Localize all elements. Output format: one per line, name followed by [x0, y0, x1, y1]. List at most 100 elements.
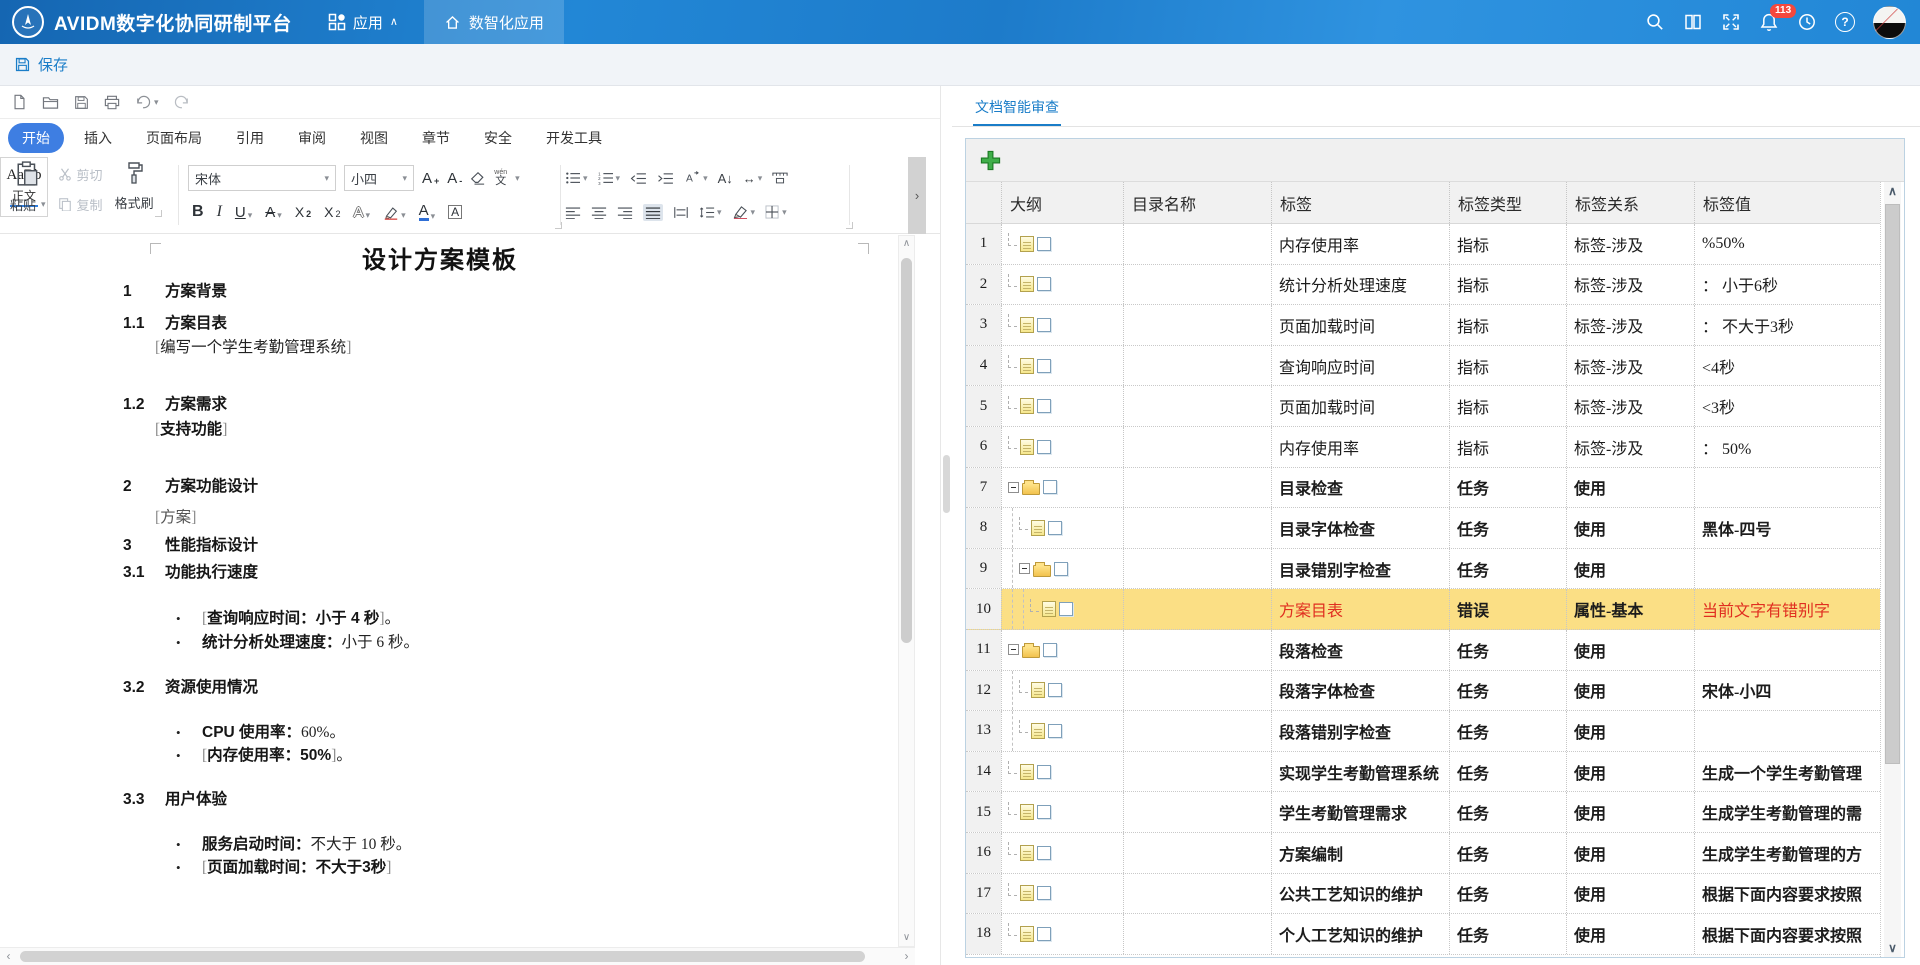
table-row[interactable]: 17 公共工艺知识的维护 任务 使用 根据下面内容要求按照 — [966, 874, 1880, 915]
decrease-indent-button[interactable] — [630, 172, 647, 185]
editor-vertical-scrollbar[interactable]: ∧ ∨ — [898, 235, 915, 947]
table-row[interactable]: 12 段落字体检查 任务 使用 宋体-小四 — [966, 671, 1880, 712]
tab-page-layout[interactable]: 页面布局 — [132, 123, 216, 153]
paste-button[interactable]: 粘贴▾ — [10, 161, 46, 217]
table-row[interactable]: 3 页面加载时间 指标 标签-涉及 ： 不大于3秒 — [966, 305, 1880, 346]
row-checkbox[interactable] — [1043, 480, 1057, 494]
panel-expand-button[interactable]: › — [908, 157, 926, 234]
format-painter-button[interactable]: 格式刷 — [115, 161, 154, 217]
distribute-button[interactable] — [673, 206, 689, 219]
collapse-toggle[interactable] — [1008, 482, 1019, 493]
scroll-down-icon[interactable]: ∨ — [1884, 941, 1901, 955]
scroll-up-icon[interactable]: ∧ — [899, 236, 914, 252]
increase-indent-button[interactable] — [657, 172, 674, 185]
tab-security[interactable]: 安全 — [470, 123, 526, 153]
table-scroll-thumb[interactable] — [1885, 204, 1900, 764]
font-family-select[interactable]: 宋体▾ — [188, 165, 336, 191]
row-checkbox[interactable] — [1043, 643, 1057, 657]
save-button[interactable]: 保存 — [14, 54, 68, 75]
add-row-button[interactable] — [980, 150, 1001, 171]
fullscreen-icon[interactable] — [1721, 12, 1741, 32]
document-canvas[interactable]: 设计方案模板 1方案背景 1.1方案目表 [编写一个学生考勤管理系统] 1.2方… — [0, 235, 898, 947]
underline-button[interactable]: U▾ — [235, 205, 252, 220]
table-row[interactable]: 2 统计分析处理速度 指标 标签-涉及 ： 小于6秒 — [966, 265, 1880, 306]
row-checkbox[interactable] — [1037, 886, 1051, 900]
table-row[interactable]: 11 段落检查 任务 使用 — [966, 630, 1880, 671]
character-scale-button[interactable]: A▾ — [684, 171, 708, 185]
font-size-select[interactable]: 小四▾ — [344, 165, 414, 191]
line-spacing-button[interactable]: ▾ — [699, 206, 722, 219]
table-row[interactable]: 4 查询响应时间 指标 标签-涉及 <4秒 — [966, 346, 1880, 387]
shrink-font-button[interactable]: A- — [447, 171, 462, 186]
tab-view[interactable]: 视图 — [346, 123, 402, 153]
row-checkbox[interactable] — [1037, 237, 1051, 251]
shading-button[interactable]: ▾ — [732, 205, 756, 219]
splitter-handle[interactable] — [943, 455, 950, 513]
collapse-toggle[interactable] — [1019, 563, 1030, 574]
row-checkbox[interactable] — [1037, 440, 1051, 454]
superscript-button[interactable]: X2 — [295, 205, 311, 219]
tab-home[interactable]: 开始 — [8, 123, 64, 153]
vertical-scroll-thumb[interactable] — [901, 258, 912, 643]
bullet-list-button[interactable]: ▾ — [565, 171, 588, 185]
align-left-button[interactable] — [565, 206, 581, 219]
clear-format-button[interactable] — [470, 171, 486, 185]
font-color-button[interactable]: A▾ — [419, 203, 436, 221]
search-icon[interactable] — [1645, 12, 1665, 32]
undo-button[interactable]: ▾ — [135, 95, 159, 109]
copy-button[interactable]: 复制 — [58, 191, 103, 217]
text-effects-button[interactable]: A▾ — [354, 205, 371, 220]
open-file-icon[interactable] — [42, 95, 59, 110]
borders-button[interactable]: ▾ — [765, 205, 787, 219]
table-row[interactable]: 14 实现学生考勤管理系统 任务 使用 生成一个学生考勤管理 — [966, 752, 1880, 793]
strikethrough-button[interactable]: A▾ — [265, 205, 282, 220]
align-center-button[interactable] — [591, 206, 607, 219]
redo-button[interactable] — [174, 95, 190, 109]
table-row[interactable]: 5 页面加载时间 指标 标签-涉及 <3秒 — [966, 386, 1880, 427]
row-checkbox[interactable] — [1048, 683, 1062, 697]
row-checkbox[interactable] — [1059, 602, 1073, 616]
phonetic-guide-button[interactable]: wén文 — [494, 169, 507, 187]
workspace-tab[interactable]: 数智化应用 — [424, 0, 564, 44]
collapse-toggle[interactable] — [1008, 644, 1019, 655]
user-avatar[interactable] — [1873, 6, 1906, 39]
table-vertical-scrollbar[interactable]: ∧ ∨ — [1880, 182, 1904, 957]
tab-dev-tools[interactable]: 开发工具 — [532, 123, 616, 153]
grow-font-button[interactable]: A+ — [422, 171, 439, 186]
row-checkbox[interactable] — [1037, 318, 1051, 332]
tab-section[interactable]: 章节 — [408, 123, 464, 153]
row-checkbox[interactable] — [1037, 927, 1051, 941]
new-document-icon[interactable] — [12, 94, 27, 110]
table-row-error-highlight[interactable]: 10 方案目表 错误 属性-基本 当前文字有错别字 — [966, 589, 1880, 630]
row-checkbox[interactable] — [1054, 562, 1068, 576]
row-checkbox[interactable] — [1048, 521, 1062, 535]
table-row[interactable]: 8 目录字体检查 任务 使用 黑体-四号 — [966, 508, 1880, 549]
tab-review[interactable]: 审阅 — [284, 123, 340, 153]
italic-button[interactable]: I — [217, 204, 222, 220]
align-right-button[interactable] — [617, 206, 633, 219]
table-row[interactable]: 15 学生考勤管理需求 任务 使用 生成学生考勤管理的需 — [966, 792, 1880, 833]
table-row[interactable]: 7 目录检查 任务 使用 — [966, 468, 1880, 509]
scroll-down-icon[interactable]: ∨ — [899, 930, 914, 946]
help-icon[interactable]: ? — [1835, 12, 1855, 32]
editor-horizontal-scrollbar[interactable]: ‹ › — [0, 947, 915, 965]
clock-icon[interactable] — [1797, 12, 1817, 32]
tab-references[interactable]: 引用 — [222, 123, 278, 153]
tab-insert[interactable]: 插入 — [70, 123, 126, 153]
table-row[interactable]: 16 方案编制 任务 使用 生成学生考勤管理的方 — [966, 833, 1880, 874]
notifications-bell-icon[interactable]: 113 — [1759, 12, 1779, 32]
character-width-button[interactable] — [772, 172, 788, 184]
row-checkbox[interactable] — [1037, 277, 1051, 291]
row-checkbox[interactable] — [1037, 399, 1051, 413]
cut-button[interactable]: 剪切 — [58, 161, 103, 187]
tab-doc-smart-review[interactable]: 文档智能审查 — [973, 97, 1061, 127]
highlight-color-button[interactable]: ▾ — [383, 205, 406, 220]
scroll-right-icon[interactable]: › — [898, 948, 915, 965]
table-row[interactable]: 9 目录错别字检查 任务 使用 — [966, 549, 1880, 590]
text-direction-button[interactable]: ↔▾ — [743, 171, 763, 186]
table-row[interactable]: 1 内存使用率 指标 标签-涉及 %50% — [966, 224, 1880, 265]
apps-menu[interactable]: 应用 ∧ — [320, 0, 406, 44]
table-row[interactable]: 6 内存使用率 指标 标签-涉及 ： 50% — [966, 427, 1880, 468]
row-checkbox[interactable] — [1037, 765, 1051, 779]
bold-button[interactable]: B — [192, 204, 204, 220]
